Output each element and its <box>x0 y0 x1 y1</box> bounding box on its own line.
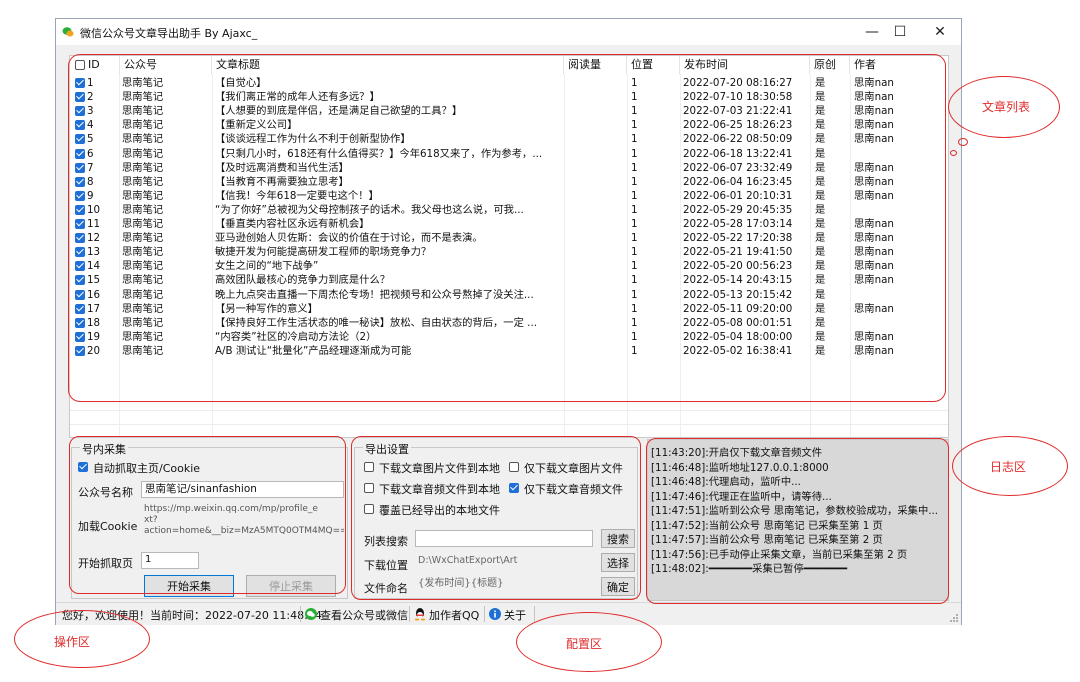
about-link[interactable]: 关于 <box>504 607 526 623</box>
view-account-link[interactable]: 查看公众号或微信 <box>320 607 408 623</box>
status-bar: 您好，欢迎使用！当前时间：2022-07-20 11:48:04 查看公众号或微… <box>56 602 961 625</box>
status-separator <box>484 606 485 622</box>
log-area-annotation: 日志区 <box>990 460 1027 474</box>
config-area-highlight <box>351 436 641 600</box>
qq-icon <box>414 608 426 621</box>
app-icon <box>62 27 74 37</box>
status-separator <box>300 606 301 622</box>
row-divider <box>70 410 948 411</box>
info-icon <box>489 608 501 620</box>
article-list-highlight <box>68 54 946 402</box>
window-title: 微信公众号文章导出助手 By Ajaxc_ <box>80 27 258 40</box>
maximize-icon: ☐ <box>893 24 907 40</box>
operation-area-annotation: 操作区 <box>54 635 91 649</box>
close-icon: ✕ <box>934 24 946 40</box>
maximize-button[interactable]: ☐ <box>880 19 920 45</box>
minimize-icon: — <box>865 24 879 40</box>
row-divider <box>70 424 948 425</box>
close-button[interactable]: ✕ <box>920 19 960 45</box>
callout-dot <box>950 150 957 156</box>
wechat-icon <box>305 608 317 620</box>
operation-area-highlight <box>69 436 346 594</box>
resize-grip-icon[interactable] <box>949 613 959 623</box>
config-area-annotation: 配置区 <box>566 637 603 651</box>
status-separator <box>534 606 535 622</box>
add-author-qq-link[interactable]: 加作者QQ <box>429 607 479 623</box>
callout-dot <box>958 138 968 146</box>
log-area-highlight <box>646 438 949 604</box>
title-bar[interactable]: 微信公众号文章导出助手 By Ajaxc_ — ☐ ✕ <box>56 19 961 45</box>
status-separator <box>409 606 410 622</box>
article-list-annotation: 文章列表 <box>982 100 1031 114</box>
